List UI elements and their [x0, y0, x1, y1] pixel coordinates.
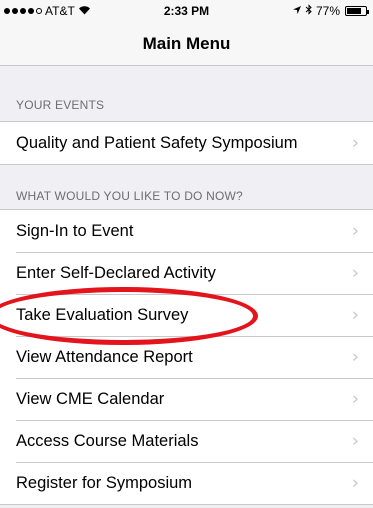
status-bar: AT&T 2:33 PM 77%	[0, 0, 373, 22]
chevron-right-icon: ›	[351, 346, 359, 368]
your-events-header: YOUR EVENTS	[16, 98, 105, 112]
action-label: View Attendance Report	[16, 347, 193, 366]
actions-list: Sign-In to Event › Enter Self-Declared A…	[0, 209, 373, 505]
action-course-materials[interactable]: Access Course Materials ›	[0, 420, 373, 462]
event-item-label: Quality and Patient Safety Symposium	[16, 133, 298, 152]
battery-percent: 77%	[315, 4, 340, 18]
chevron-right-icon: ›	[351, 262, 359, 284]
action-sign-in[interactable]: Sign-In to Event ›	[0, 210, 373, 252]
chevron-right-icon: ›	[351, 132, 359, 154]
action-label: Register for Symposium	[16, 473, 193, 492]
action-label: View CME Calendar	[16, 389, 165, 408]
status-right: 77%	[292, 4, 369, 18]
location-icon	[292, 4, 302, 18]
chevron-right-icon: ›	[351, 430, 359, 452]
action-evaluation-survey[interactable]: Take Evaluation Survey ›	[0, 294, 373, 336]
action-label: Sign-In to Event	[16, 221, 134, 240]
chevron-right-icon: ›	[351, 304, 359, 326]
chevron-right-icon: ›	[351, 472, 359, 494]
chevron-right-icon: ›	[351, 388, 359, 410]
actions-header: WHAT WOULD YOU LIKE TO DO NOW?	[16, 189, 243, 203]
page-title: Main Menu	[142, 34, 231, 53]
action-self-declared[interactable]: Enter Self-Declared Activity ›	[0, 252, 373, 294]
chevron-right-icon: ›	[351, 220, 359, 242]
events-list: Quality and Patient Safety Symposium ›	[0, 121, 373, 165]
action-cme-calendar[interactable]: View CME Calendar ›	[0, 378, 373, 420]
bluetooth-icon	[305, 4, 313, 18]
action-register[interactable]: Register for Symposium ›	[0, 462, 373, 504]
action-label: Enter Self-Declared Activity	[16, 263, 216, 282]
battery-icon	[345, 6, 369, 16]
action-attendance-report[interactable]: View Attendance Report ›	[0, 336, 373, 378]
nav-bar: Main Menu	[0, 22, 373, 66]
action-label: Access Course Materials	[16, 431, 199, 450]
action-label: Take Evaluation Survey	[16, 305, 189, 324]
event-item-quality-symposium[interactable]: Quality and Patient Safety Symposium ›	[0, 122, 373, 164]
